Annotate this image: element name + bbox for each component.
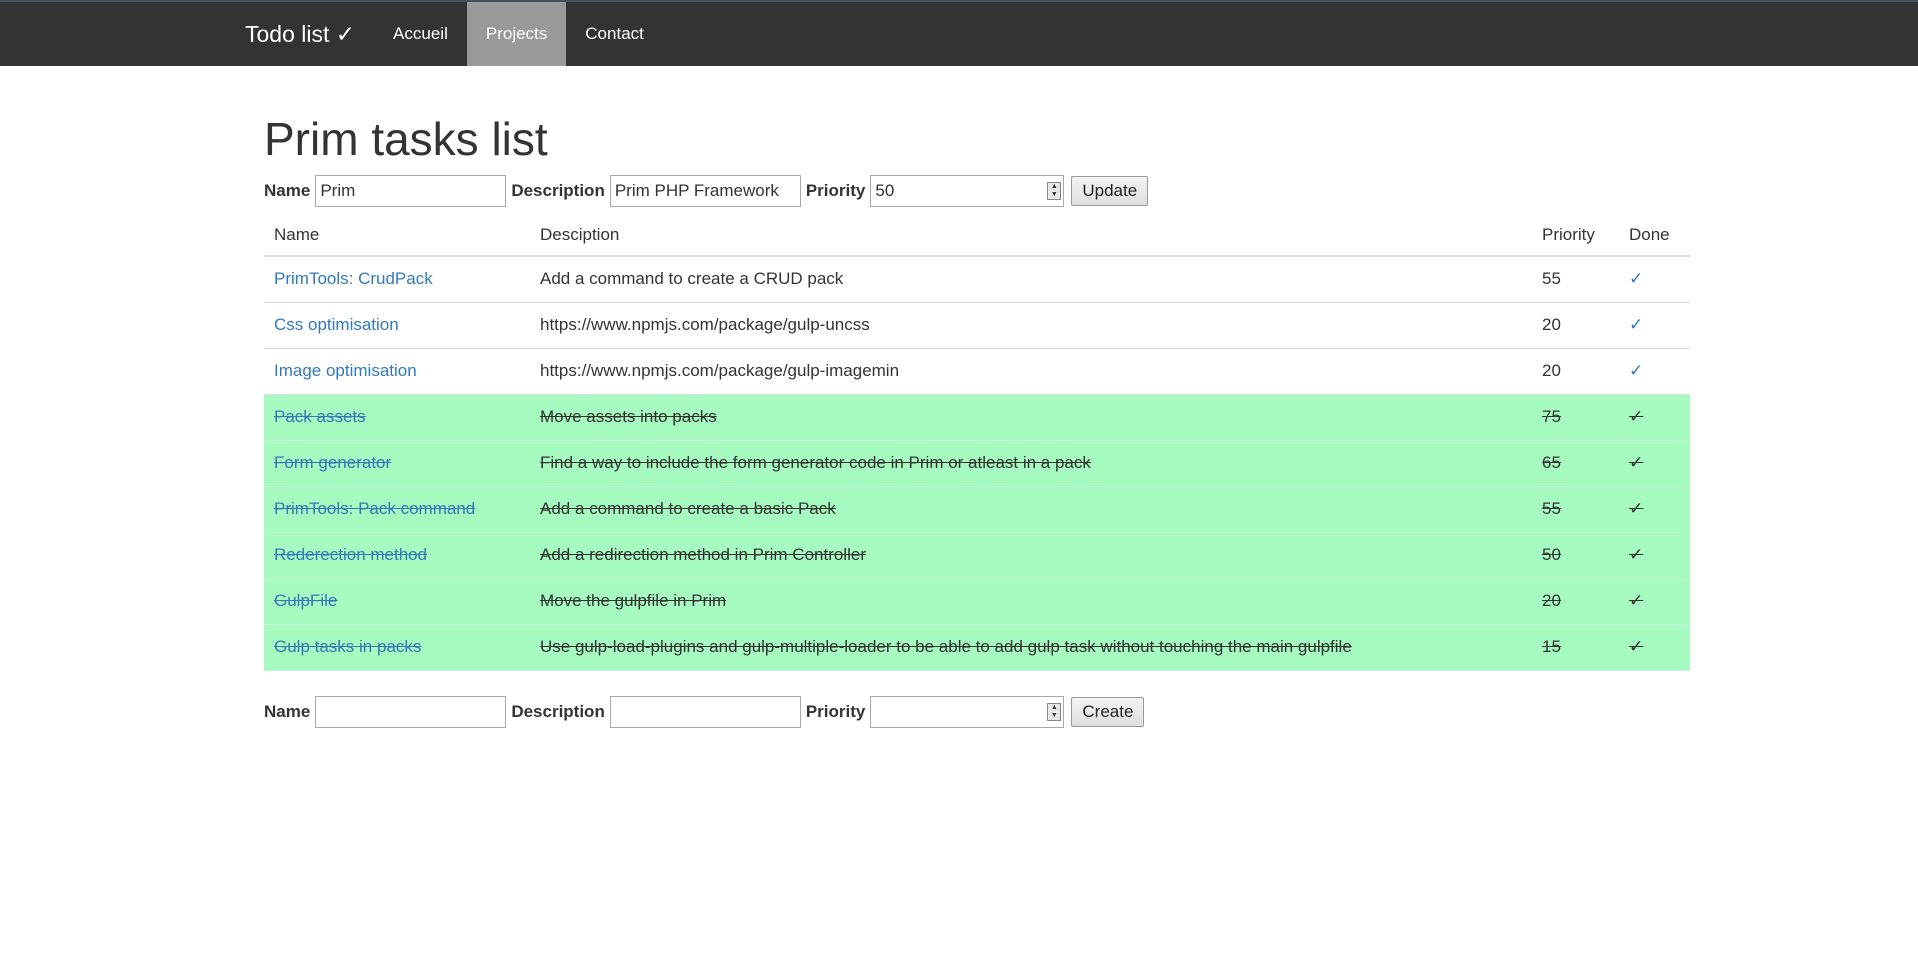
task-name-cell: Pack assets xyxy=(264,394,530,441)
task-name-cell: Gulp tasks in packs xyxy=(264,624,530,671)
create-priority-input[interactable] xyxy=(870,695,1065,728)
create-button[interactable]: Create xyxy=(1071,696,1145,727)
table-row-done: Form generator Find a way to include the… xyxy=(264,440,1690,487)
checkmark-icon[interactable]: ✓ xyxy=(1629,269,1643,288)
task-done-cell: ✓ xyxy=(1619,624,1690,671)
task-priority-cell: 65 xyxy=(1532,440,1619,487)
table-row-done: GulpFile Move the gulpfile in Prim 20 ✓ xyxy=(264,578,1690,625)
task-priority-cell: 15 xyxy=(1532,624,1619,671)
task-name-link[interactable]: Image optimisation xyxy=(274,361,417,380)
task-done-cell: ✓ xyxy=(1619,256,1690,303)
task-done-cell: ✓ xyxy=(1619,348,1690,395)
brand-title[interactable]: Todo list ✓ xyxy=(245,2,355,66)
edit-description-input[interactable] xyxy=(609,175,801,207)
task-priority-cell: 20 xyxy=(1532,302,1619,349)
task-description-cell: https://www.npmjs.com/package/gulp-uncss xyxy=(530,302,1532,349)
top-navbar: Todo list ✓ Accueil Projects Contact xyxy=(0,0,1918,66)
task-priority-cell: 55 xyxy=(1532,256,1619,303)
task-name-link[interactable]: PrimTools: Pack command xyxy=(274,499,475,518)
task-name-cell: Css optimisation xyxy=(264,302,530,349)
nav-link-projects[interactable]: Projects xyxy=(466,2,567,66)
edit-task-form: Name Description Priority ▲▼ Update xyxy=(264,174,1690,208)
priority-spinner-icon[interactable]: ▲ ▼ xyxy=(1047,182,1062,200)
create-task-form: Name Description Priority ▲ ▼ Create xyxy=(264,695,1690,729)
task-done-cell: ✓ xyxy=(1619,578,1690,625)
task-name-link[interactable]: Css optimisation xyxy=(274,315,399,334)
table-row: Css optimisation https://www.npmjs.com/p… xyxy=(264,302,1690,349)
create-description-label: Description xyxy=(511,701,605,721)
checkmark-icon[interactable]: ✓ xyxy=(1629,453,1643,472)
tasks-table: Name Desciption Priority Done PrimTools:… xyxy=(264,214,1690,671)
create-name-input[interactable] xyxy=(315,695,507,728)
checkmark-icon[interactable]: ✓ xyxy=(1629,637,1643,656)
task-name-link[interactable]: Form generator xyxy=(274,453,391,472)
task-priority-cell: 75 xyxy=(1532,394,1619,441)
task-priority-cell: 20 xyxy=(1532,578,1619,625)
create-description-input[interactable] xyxy=(609,695,801,728)
header-done[interactable]: Done xyxy=(1619,214,1690,257)
nav-link-contact[interactable]: Contact xyxy=(566,2,663,66)
task-done-cell: ✓ xyxy=(1619,394,1690,441)
task-description-cell: Use gulp-load-plugins and gulp-multiple-… xyxy=(530,624,1532,671)
edit-priority-input[interactable] xyxy=(870,175,1065,207)
task-name-cell: Form generator xyxy=(264,440,530,487)
header-description[interactable]: Desciption xyxy=(530,214,1532,257)
priority-spinner-icon[interactable]: ▲ ▼ xyxy=(1047,702,1062,721)
edit-description-label: Description xyxy=(511,181,605,200)
task-done-cell: ✓ xyxy=(1619,532,1690,579)
table-row: PrimTools: CrudPack Add a command to cre… xyxy=(264,256,1690,303)
task-name-cell: PrimTools: CrudPack xyxy=(264,256,530,303)
checkmark-icon[interactable]: ✓ xyxy=(1629,499,1643,518)
task-priority-cell: 50 xyxy=(1532,532,1619,579)
edit-priority-stepper: ▲▼ xyxy=(870,175,1065,207)
task-name-link[interactable]: Pack assets xyxy=(274,407,366,426)
create-priority-stepper: ▲ ▼ xyxy=(870,695,1065,728)
task-done-cell: ✓ xyxy=(1619,486,1690,533)
checkmark-icon[interactable]: ✓ xyxy=(1629,407,1643,426)
task-done-cell: ✓ xyxy=(1619,440,1690,487)
header-priority[interactable]: Priority xyxy=(1532,214,1619,257)
page-title: Prim tasks list xyxy=(264,113,548,165)
task-priority-cell: 55 xyxy=(1532,486,1619,533)
task-priority-cell: 20 xyxy=(1532,348,1619,395)
header-name[interactable]: Name xyxy=(264,214,530,257)
nav-link-accueil[interactable]: Accueil xyxy=(374,2,467,66)
task-name-cell: Image optimisation xyxy=(264,348,530,395)
table-row-done: PrimTools: Pack command Add a command to… xyxy=(264,486,1690,533)
task-description-cell: Find a way to include the form generator… xyxy=(530,440,1532,487)
table-header-row: Name Desciption Priority Done xyxy=(264,214,1690,257)
task-done-cell: ✓ xyxy=(1619,302,1690,349)
create-name-label: Name xyxy=(264,701,311,721)
task-name-link[interactable]: Rederection method xyxy=(274,545,427,564)
create-priority-label: Priority xyxy=(805,701,866,721)
task-name-link[interactable]: Gulp tasks in packs xyxy=(274,637,421,656)
task-description-cell: Add a redirection method in Prim Control… xyxy=(530,532,1532,579)
task-description-cell: Move assets into packs xyxy=(530,394,1532,441)
checkmark-icon[interactable]: ✓ xyxy=(1629,315,1643,334)
task-description-cell: Add a command to create a CRUD pack xyxy=(530,256,1532,303)
edit-name-label: Name xyxy=(264,181,311,200)
task-name-link[interactable]: PrimTools: CrudPack xyxy=(274,269,433,288)
task-name-link[interactable]: GulpFile xyxy=(274,591,337,610)
table-row: Image optimisation https://www.npmjs.com… xyxy=(264,348,1690,395)
table-row-done: Gulp tasks in packs Use gulp-load-plugin… xyxy=(264,624,1690,671)
table-row-done: Rederection method Add a redirection met… xyxy=(264,532,1690,579)
task-name-cell: PrimTools: Pack command xyxy=(264,486,530,533)
checkmark-icon[interactable]: ✓ xyxy=(1629,591,1643,610)
edit-name-input[interactable] xyxy=(315,175,507,207)
table-row-done: Pack assets Move assets into packs 75 ✓ xyxy=(264,394,1690,441)
checkmark-icon[interactable]: ✓ xyxy=(1629,361,1643,380)
edit-priority-label: Priority xyxy=(805,181,866,200)
main-container: Prim tasks list Name Description Priorit… xyxy=(264,66,1690,729)
task-description-cell: https://www.npmjs.com/package/gulp-image… xyxy=(530,348,1532,395)
update-button[interactable]: Update xyxy=(1071,176,1149,206)
task-name-cell: GulpFile xyxy=(264,578,530,625)
task-description-cell: Move the gulpfile in Prim xyxy=(530,578,1532,625)
task-name-cell: Rederection method xyxy=(264,532,530,579)
checkmark-icon[interactable]: ✓ xyxy=(1629,545,1643,564)
task-description-cell: Add a command to create a basic Pack xyxy=(530,486,1532,533)
